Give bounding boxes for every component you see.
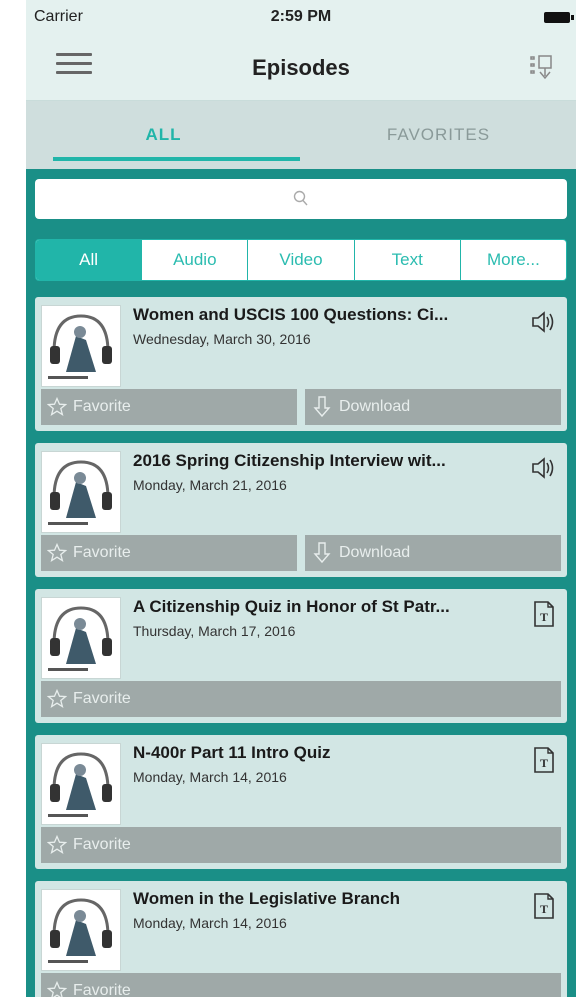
- download-label: Download: [339, 398, 411, 415]
- filter-text[interactable]: Text: [353, 240, 460, 280]
- text-document-icon: T: [529, 599, 559, 629]
- filter-more[interactable]: More...: [459, 240, 566, 280]
- star-icon: [47, 835, 67, 855]
- svg-text:T: T: [540, 902, 548, 916]
- podcast-artwork: [41, 305, 121, 387]
- episode-date: Monday, March 21, 2016: [133, 477, 287, 493]
- download-label: Download: [339, 544, 411, 561]
- episode-card[interactable]: N-400r Part 11 Intro Quiz Monday, March …: [35, 735, 567, 869]
- episode-card[interactable]: A Citizenship Quiz in Honor of St Patr..…: [35, 589, 567, 723]
- episode-actions: Favorite: [41, 973, 561, 997]
- episode-title: 2016 Spring Citizenship Interview wit...: [133, 451, 446, 470]
- favorite-label: Favorite: [73, 544, 131, 561]
- episode-title: Women in the Legislative Branch: [133, 889, 401, 908]
- segment-tabs: ALL FAVORITES: [26, 101, 576, 169]
- star-icon: [47, 981, 67, 997]
- episode-actions: Favorite Download: [41, 389, 561, 425]
- episode-date: Thursday, March 17, 2016: [133, 623, 296, 639]
- media-filter: All Audio Video Text More...: [35, 239, 567, 281]
- text-document-icon: T: [529, 891, 559, 921]
- tab-favorites[interactable]: FAVORITES: [301, 101, 576, 169]
- download-button[interactable]: Download: [305, 535, 561, 571]
- star-icon: [47, 689, 67, 709]
- filter-audio[interactable]: Audio: [141, 240, 247, 280]
- audio-icon: [529, 307, 559, 337]
- episode-date: Monday, March 14, 2016: [133, 915, 287, 931]
- favorite-label: Favorite: [73, 982, 131, 997]
- svg-text:T: T: [540, 610, 548, 624]
- tab-all[interactable]: ALL: [26, 101, 301, 169]
- search-icon: [293, 190, 308, 206]
- page-title: Episodes: [252, 55, 350, 80]
- download-button[interactable]: Download: [305, 389, 561, 425]
- filter-video[interactable]: Video: [247, 240, 353, 280]
- podcast-artwork: [41, 743, 121, 825]
- episode-actions: Favorite Download: [41, 535, 561, 571]
- episode-date: Monday, March 14, 2016: [133, 769, 287, 785]
- audio-icon: [529, 453, 559, 483]
- favorite-label: Favorite: [73, 836, 131, 853]
- favorite-button[interactable]: Favorite: [41, 535, 297, 571]
- favorite-button[interactable]: Favorite: [41, 827, 561, 863]
- favorite-label: Favorite: [73, 690, 131, 707]
- text-document-icon: T: [529, 745, 559, 775]
- episode-actions: Favorite: [41, 681, 561, 717]
- favorite-button[interactable]: Favorite: [41, 681, 561, 717]
- navigation-bar: Episodes: [26, 35, 576, 101]
- podcast-artwork: [41, 889, 121, 971]
- episode-title: A Citizenship Quiz in Honor of St Patr..…: [133, 597, 450, 616]
- episode-card[interactable]: Women and USCIS 100 Questions: Ci... Wed…: [35, 297, 567, 431]
- download-icon: [313, 542, 331, 564]
- battery-icon: [544, 12, 574, 23]
- star-icon: [47, 543, 67, 563]
- episode-title: Women and USCIS 100 Questions: Ci...: [133, 305, 449, 324]
- sort-icon[interactable]: [528, 51, 560, 83]
- podcast-artwork: [41, 451, 121, 533]
- main-content: All Audio Video Text More... Women and U…: [26, 169, 576, 997]
- episode-list: Women and USCIS 100 Questions: Ci... Wed…: [35, 297, 567, 997]
- star-icon: [47, 397, 67, 417]
- episode-card[interactable]: 2016 Spring Citizenship Interview wit...…: [35, 443, 567, 577]
- episode-card[interactable]: Women in the Legislative Branch Monday, …: [35, 881, 567, 997]
- status-bar: Carrier 2:59 PM: [26, 0, 576, 35]
- filter-all[interactable]: All: [36, 240, 142, 280]
- episode-date: Wednesday, March 30, 2016: [133, 331, 311, 347]
- svg-text:T: T: [540, 756, 548, 770]
- episode-title: N-400r Part 11 Intro Quiz: [133, 743, 331, 762]
- favorite-label: Favorite: [73, 398, 131, 415]
- podcast-artwork: [41, 597, 121, 679]
- favorite-button[interactable]: Favorite: [41, 973, 561, 997]
- favorite-button[interactable]: Favorite: [41, 389, 297, 425]
- episode-actions: Favorite: [41, 827, 561, 863]
- app-screen: Carrier 2:59 PM Episodes ALL FAVORITES A…: [26, 0, 576, 997]
- clock: 2:59 PM: [270, 8, 332, 25]
- download-icon: [313, 396, 331, 418]
- search-input[interactable]: [35, 179, 567, 219]
